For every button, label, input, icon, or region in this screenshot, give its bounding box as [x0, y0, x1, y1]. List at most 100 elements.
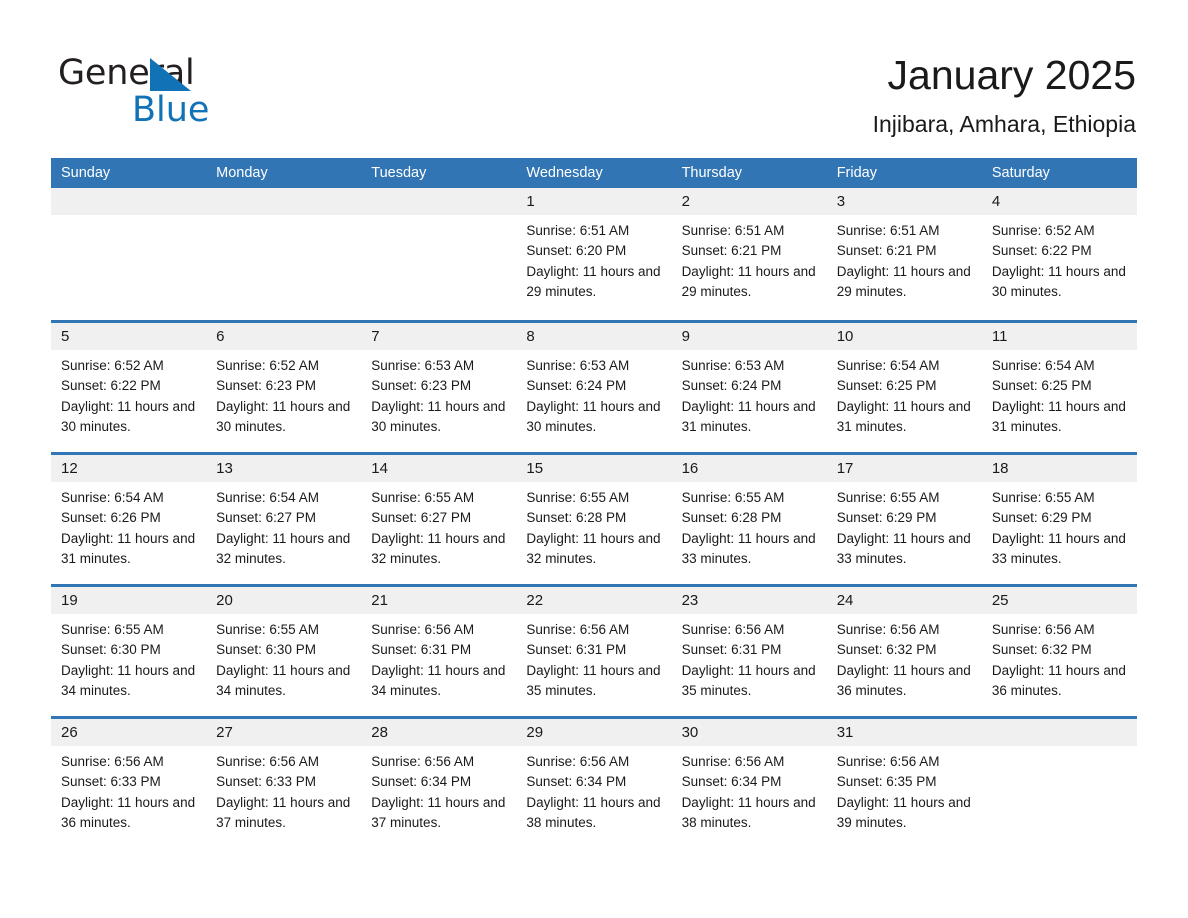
day-number: 5 [51, 323, 207, 350]
sunrise-text: Sunrise: 6:56 AM [526, 622, 630, 637]
day-details: Sunrise: 6:56 AM Sunset: 6:32 PM Daylight:… [982, 614, 1137, 701]
sunrise-text: Sunrise: 6:55 AM [526, 490, 630, 505]
daylight-text: Daylight: 11 hours and 31 minutes. [836, 398, 971, 434]
page-subtitle: Injibara, Amhara, Ethiopia [872, 111, 1136, 137]
sunrise-text: Sunrise: 6:52 AM [991, 223, 1095, 238]
daylight-text: Daylight: 11 hours and 33 minutes. [836, 530, 971, 566]
sunrise-text: Sunrise: 6:56 AM [681, 622, 785, 637]
calendar-week-row: 19 Sunrise: 6:55 AM Sunset: 6:30 PM Dayligh… [51, 584, 1137, 716]
calendar-day-cell[interactable]: 4 Sunrise: 6:52 AM Sunset: 6:22 PM Daylight… [981, 188, 1137, 320]
day-details: Sunrise: 6:54 AM Sunset: 6:25 PM Daylight:… [982, 350, 1137, 437]
day-details: Sunrise: 6:54 AM Sunset: 6:25 PM Daylight:… [827, 350, 982, 437]
sunrise-text: Sunrise: 6:56 AM [526, 754, 630, 769]
calendar-day-cell[interactable]: 8 Sunrise: 6:53 AM Sunset: 6:24 PM Daylight… [516, 323, 672, 452]
day-number: 26 [51, 719, 207, 746]
sunrise-text: Sunrise: 6:54 AM [61, 490, 164, 505]
daylight-text: Daylight: 11 hours and 31 minutes. [61, 530, 196, 566]
sunset-text: Sunset: 6:29 PM [836, 510, 937, 526]
calendar-day-cell[interactable]: 15 Sunrise: 6:55 AM Sunset: 6:28 PM Dayligh… [516, 455, 672, 584]
sunrise-text: Sunrise: 6:52 AM [216, 358, 319, 373]
daylight-text: Daylight: 11 hours and 29 minutes. [836, 263, 971, 299]
day-details: Sunrise: 6:55 AM Sunset: 6:29 PM Daylight:… [827, 482, 982, 569]
day-details: Sunrise: 6:55 AM Sunset: 6:27 PM Daylight:… [361, 482, 516, 569]
calendar-day-cell[interactable]: 22 Sunrise: 6:56 AM Sunset: 6:31 PM Dayligh… [516, 587, 672, 716]
day-details: Sunrise: 6:55 AM Sunset: 6:28 PM Daylight:… [516, 482, 671, 569]
day-details: Sunrise: 6:51 AM Sunset: 6:21 PM Daylight:… [672, 215, 827, 302]
sunset-text: Sunset: 6:30 PM [216, 642, 316, 658]
sunrise-text: Sunrise: 6:56 AM [991, 622, 1095, 637]
calendar-day-cell[interactable]: 21 Sunrise: 6:56 AM Sunset: 6:31 PM Dayligh… [361, 587, 517, 716]
day-details: Sunrise: 6:55 AM Sunset: 6:30 PM Daylight:… [206, 614, 361, 701]
day-number: 25 [981, 587, 1137, 614]
sunset-text: Sunset: 6:32 PM [836, 642, 937, 658]
calendar-day-cell[interactable]: 11 Sunrise: 6:54 AM Sunset: 6:25 PM Dayligh… [981, 323, 1137, 452]
calendar-day-cell[interactable]: 27 Sunrise: 6:56 AM Sunset: 6:33 PM Dayligh… [206, 719, 362, 848]
day-details: Sunrise: 6:55 AM Sunset: 6:30 PM Daylight:… [51, 614, 206, 701]
day-number: 18 [981, 455, 1137, 482]
sunset-text: Sunset: 6:28 PM [681, 510, 782, 526]
calendar-day-cell[interactable]: 18 Sunrise: 6:55 AM Sunset: 6:29 PM Dayligh… [981, 455, 1137, 584]
calendar-day-cell[interactable]: 31 Sunrise: 6:56 AM Sunset: 6:35 PM Dayligh… [826, 719, 982, 848]
sunrise-text: Sunrise: 6:51 AM [526, 223, 630, 238]
calendar-day-cell[interactable]: 2 Sunrise: 6:51 AM Sunset: 6:21 PM Daylight… [671, 188, 827, 320]
calendar-week-row: 1 Sunrise: 6:51 AM Sunset: 6:20 PM Daylight… [51, 188, 1137, 320]
calendar-day-cell[interactable]: 26 Sunrise: 6:56 AM Sunset: 6:33 PM Dayligh… [51, 719, 207, 848]
sunset-text: Sunset: 6:31 PM [371, 642, 472, 658]
calendar-day-cell[interactable]: 20 Sunrise: 6:55 AM Sunset: 6:30 PM Dayligh… [206, 587, 362, 716]
calendar-day-cell[interactable]: 12 Sunrise: 6:54 AM Sunset: 6:26 PM Dayligh… [51, 455, 207, 584]
day-number [981, 719, 1137, 746]
calendar-day-cell[interactable]: 19 Sunrise: 6:55 AM Sunset: 6:30 PM Dayligh… [51, 587, 207, 716]
calendar-day-cell[interactable]: 17 Sunrise: 6:55 AM Sunset: 6:29 PM Dayligh… [826, 455, 982, 584]
calendar-day-cell[interactable]: 25 Sunrise: 6:56 AM Sunset: 6:32 PM Dayligh… [981, 587, 1137, 716]
calendar-day-cell[interactable]: 3 Sunrise: 6:51 AM Sunset: 6:21 PM Daylight… [826, 188, 982, 320]
calendar-day-cell-empty [981, 719, 1137, 848]
calendar-day-cell[interactable]: 1 Sunrise: 6:51 AM Sunset: 6:20 PM Daylight… [516, 188, 672, 320]
daylight-text: Daylight: 11 hours and 38 minutes. [526, 794, 661, 830]
calendar-day-cell[interactable]: 23 Sunrise: 6:56 AM Sunset: 6:31 PM Dayligh… [671, 587, 827, 716]
daylight-text: Daylight: 11 hours and 33 minutes. [681, 530, 816, 566]
day-number: 12 [51, 455, 207, 482]
calendar-weeks: 1 Sunrise: 6:51 AM Sunset: 6:20 PM Daylight… [51, 188, 1137, 848]
day-number: 14 [361, 455, 517, 482]
calendar-day-cell[interactable]: 9 Sunrise: 6:53 AM Sunset: 6:24 PM Daylight… [671, 323, 827, 452]
day-number: 22 [516, 587, 672, 614]
calendar-day-cell[interactable]: 6 Sunrise: 6:52 AM Sunset: 6:23 PM Daylight… [206, 323, 362, 452]
sunset-text: Sunset: 6:32 PM [991, 642, 1092, 658]
calendar-day-cell[interactable]: 7 Sunrise: 6:53 AM Sunset: 6:23 PM Daylight… [361, 323, 517, 452]
day-number: 20 [206, 587, 362, 614]
calendar-day-cell[interactable]: 28 Sunrise: 6:56 AM Sunset: 6:34 PM Dayligh… [361, 719, 517, 848]
sunset-text: Sunset: 6:33 PM [216, 774, 316, 790]
daylight-text: Daylight: 11 hours and 30 minutes. [216, 398, 351, 434]
calendar-day-cell[interactable]: 14 Sunrise: 6:55 AM Sunset: 6:27 PM Dayligh… [361, 455, 517, 584]
sunrise-text: Sunrise: 6:55 AM [216, 622, 319, 637]
calendar-day-cell[interactable]: 29 Sunrise: 6:56 AM Sunset: 6:34 PM Dayligh… [516, 719, 672, 848]
daylight-text: Daylight: 11 hours and 33 minutes. [991, 530, 1126, 566]
weekday-header-saturday: Saturday [991, 165, 1050, 181]
calendar-day-cell[interactable]: 30 Sunrise: 6:56 AM Sunset: 6:34 PM Dayligh… [671, 719, 827, 848]
day-details: Sunrise: 6:56 AM Sunset: 6:31 PM Daylight:… [672, 614, 827, 701]
day-number [206, 188, 362, 215]
weekday-header-thursday: Thursday [681, 165, 743, 181]
day-details: Sunrise: 6:56 AM Sunset: 6:33 PM Daylight:… [206, 746, 361, 833]
sunrise-text: Sunrise: 6:56 AM [371, 754, 475, 769]
calendar-day-cell[interactable]: 13 Sunrise: 6:54 AM Sunset: 6:27 PM Dayligh… [206, 455, 362, 584]
calendar-day-cell[interactable]: 16 Sunrise: 6:55 AM Sunset: 6:28 PM Dayligh… [671, 455, 827, 584]
calendar-day-cell[interactable]: 5 Sunrise: 6:52 AM Sunset: 6:22 PM Daylight… [51, 323, 207, 452]
weekday-header-row: Sunday Monday Tuesday Wednesday Thursday… [51, 158, 1137, 188]
day-details: Sunrise: 6:52 AM Sunset: 6:22 PM Daylight:… [982, 215, 1137, 302]
calendar-day-cell[interactable]: 10 Sunrise: 6:54 AM Sunset: 6:25 PM Dayligh… [826, 323, 982, 452]
day-details: Sunrise: 6:54 AM Sunset: 6:27 PM Daylight:… [206, 482, 361, 569]
day-number: 29 [516, 719, 672, 746]
calendar-day-cell-empty [206, 188, 362, 320]
day-number: 31 [826, 719, 982, 746]
page-title: January 2025 [887, 52, 1136, 98]
title-block: January 2025 Injibara, Amhara, Ethiopia [873, 50, 1136, 138]
day-number: 30 [671, 719, 827, 746]
sunset-text: Sunset: 6:27 PM [216, 510, 316, 526]
day-details: Sunrise: 6:56 AM Sunset: 6:31 PM Daylight:… [516, 614, 671, 701]
day-number: 8 [516, 323, 672, 350]
calendar-day-cell-empty [51, 188, 207, 320]
daylight-text: Daylight: 11 hours and 30 minutes. [526, 398, 661, 434]
calendar-day-cell[interactable]: 24 Sunrise: 6:56 AM Sunset: 6:32 PM Dayligh… [826, 587, 982, 716]
generalblue-logo[interactable]: General Blue [58, 52, 378, 132]
